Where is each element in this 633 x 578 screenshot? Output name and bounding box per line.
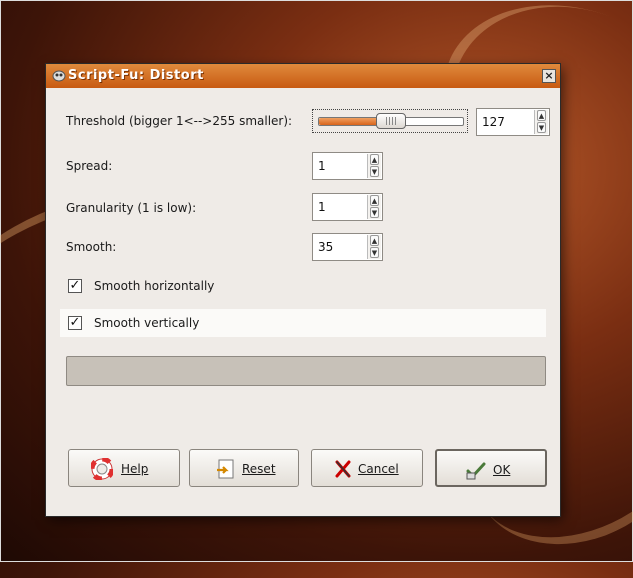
spin-up-icon[interactable]: ▲ [370,235,379,246]
gimp-icon [52,70,66,82]
smooth-label: Smooth: [66,240,117,254]
reset-label: Reset [242,462,276,476]
spin-arrows: ▲ ▼ [367,235,381,259]
smooth-vertically-checkbox[interactable]: ✓ [68,316,82,330]
help-button[interactable]: Help [68,449,180,487]
ok-hand-icon [466,462,486,480]
dialog-title: Script-Fu: Distort [68,68,204,83]
reset-button[interactable]: Reset [189,449,299,487]
smooth-spinbutton[interactable]: 35 ▲ ▼ [312,233,383,261]
smooth-vertically-label: Smooth vertically [94,316,200,330]
spread-spinbutton[interactable]: 1 ▲ ▼ [312,152,383,180]
close-button[interactable]: × [542,69,556,83]
spread-value: 1 [318,159,326,173]
threshold-spinbutton[interactable]: 127 ▲ ▼ [476,108,550,136]
spin-arrows: ▲ ▼ [367,154,381,178]
spin-up-icon[interactable]: ▲ [537,110,546,121]
threshold-slider[interactable] [312,109,468,133]
smooth-horizontally-label: Smooth horizontally [94,279,215,293]
cancel-button[interactable]: Cancel [311,449,423,487]
threshold-value: 127 [482,115,505,129]
script-fu-dialog: Script-Fu: Distort × Threshold (bigger 1… [46,64,560,516]
granularity-spinbutton[interactable]: 1 ▲ ▼ [312,193,383,221]
spin-arrows: ▲ ▼ [367,195,381,219]
threshold-label: Threshold (bigger 1<-->255 smaller): [66,114,293,128]
spin-down-icon[interactable]: ▼ [537,122,546,133]
smooth-vertically-toggle[interactable]: ✓ Smooth vertically [60,309,546,337]
smooth-horizontally-toggle[interactable]: ✓ Smooth horizontally [60,272,546,300]
spin-up-icon[interactable]: ▲ [370,154,379,165]
smooth-value: 35 [318,240,334,254]
cancel-label: Cancel [358,462,399,476]
ok-button[interactable]: OK [435,449,547,487]
lifebuoy-icon [91,458,113,480]
slider-thumb[interactable] [376,113,406,129]
dialog-titlebar[interactable]: Script-Fu: Distort × [46,64,560,88]
granularity-label: Granularity (1 is low): [66,201,197,215]
spin-up-icon[interactable]: ▲ [370,195,379,206]
spin-arrows: ▲ ▼ [534,110,548,134]
spread-label: Spread: [66,159,113,173]
revert-icon [217,459,234,479]
help-label: Help [121,462,149,476]
granularity-value: 1 [318,200,326,214]
smooth-horizontally-checkbox[interactable]: ✓ [68,279,82,293]
cancel-x-icon [335,460,351,478]
progress-bar [66,356,546,386]
slider-track [318,113,464,129]
spin-down-icon[interactable]: ▼ [370,207,379,218]
spin-down-icon[interactable]: ▼ [370,166,379,177]
spin-down-icon[interactable]: ▼ [370,247,379,258]
ok-label: OK [493,463,511,477]
